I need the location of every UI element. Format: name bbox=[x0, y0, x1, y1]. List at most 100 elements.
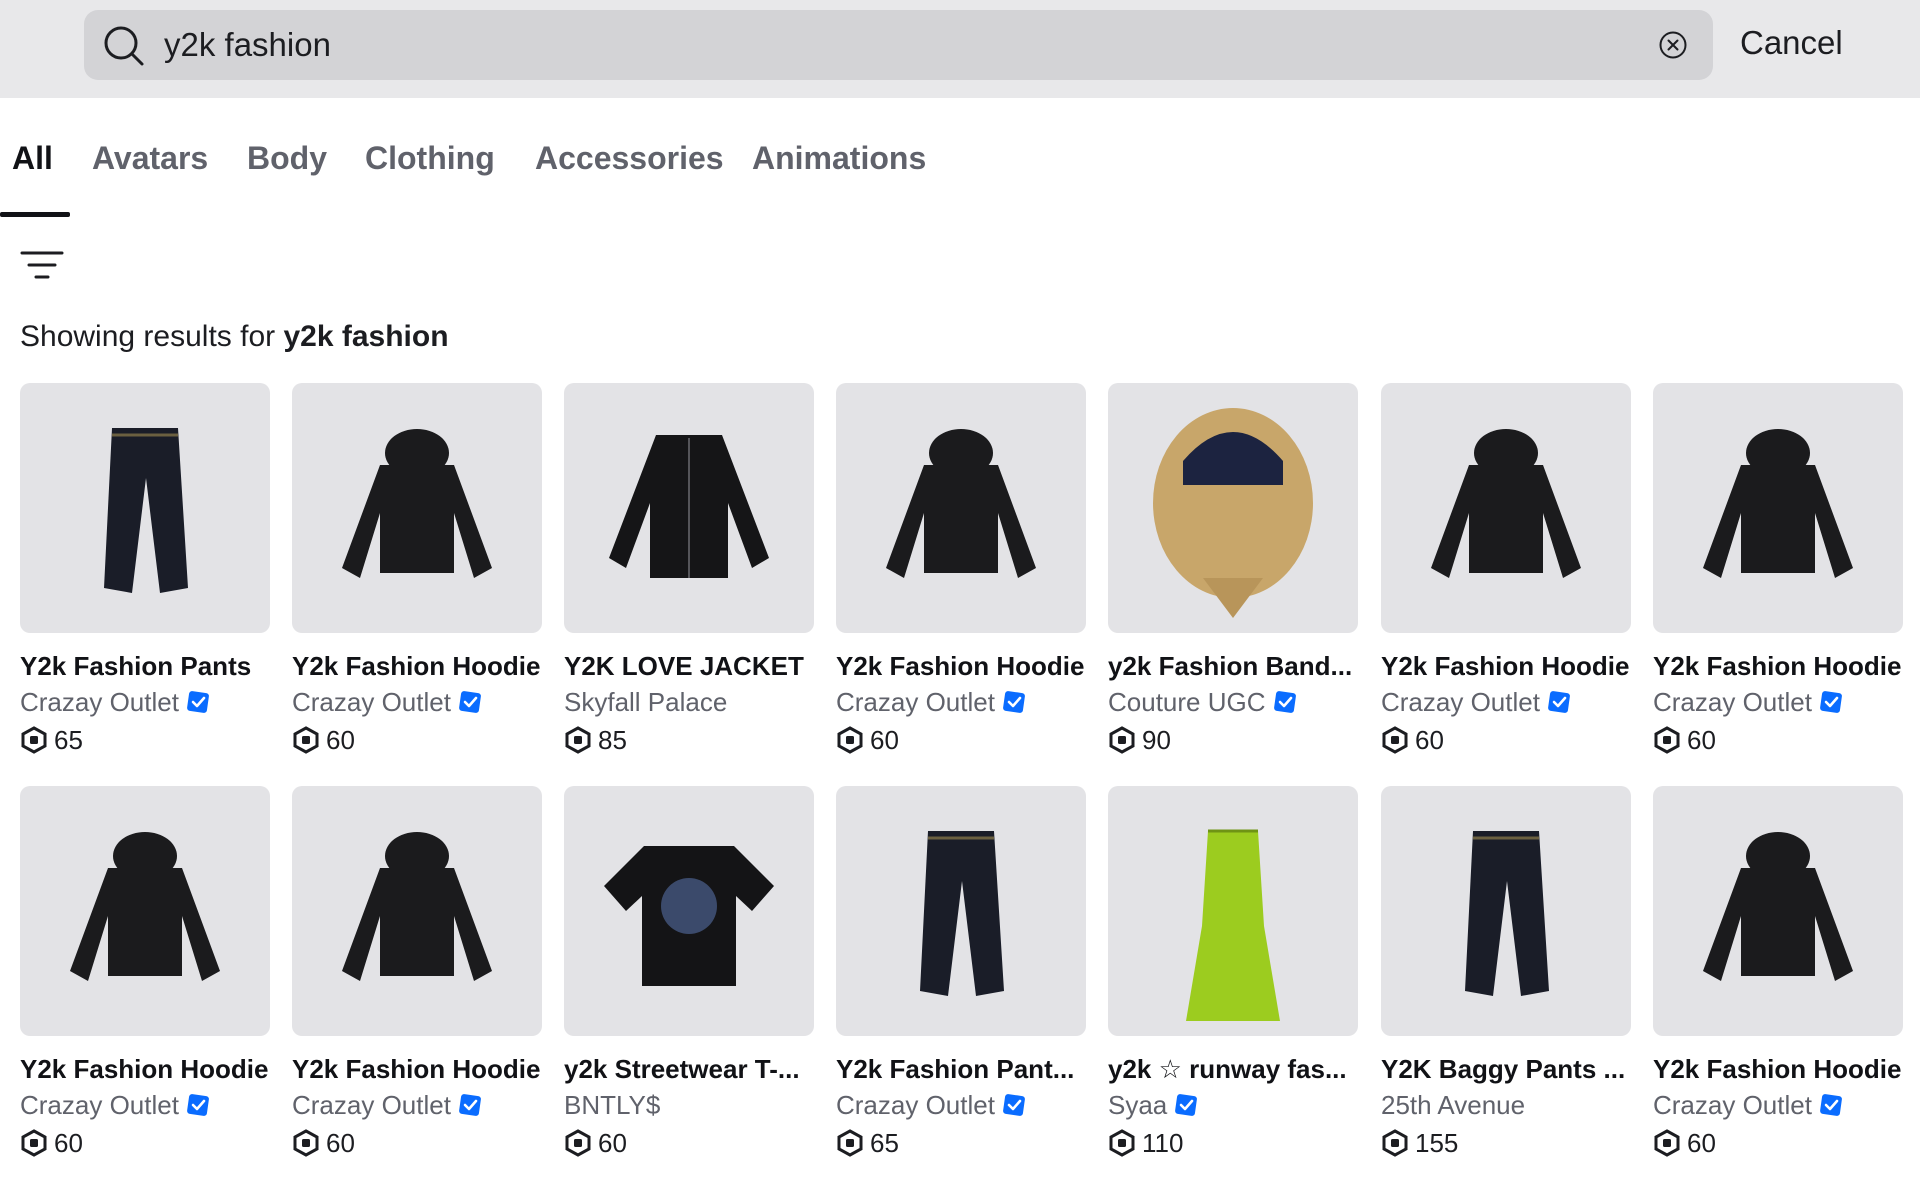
item-name[interactable]: Y2K LOVE JACKET bbox=[564, 649, 814, 683]
creator-name[interactable]: Crazay Outlet bbox=[20, 685, 179, 719]
item-card[interactable]: Y2K LOVE JACKET Skyfall Palace 85 bbox=[564, 383, 814, 757]
item-card[interactable]: Y2k Fashion Pants Crazay Outlet 65 bbox=[20, 383, 270, 757]
tab-animations[interactable]: Animations bbox=[752, 140, 926, 177]
creator-name[interactable]: BNTLY$ bbox=[564, 1088, 660, 1122]
item-thumbnail[interactable] bbox=[564, 383, 814, 633]
item-card[interactable]: Y2k Fashion Hoodie Crazay Outlet 60 bbox=[292, 786, 542, 1160]
item-creator[interactable]: Syaa bbox=[1108, 1088, 1358, 1122]
item-price: 60 bbox=[1381, 723, 1631, 757]
search-icon bbox=[104, 26, 144, 66]
results-query: y2k fashion bbox=[283, 320, 449, 353]
item-name[interactable]: Y2k Fashion Hoodie bbox=[292, 649, 542, 683]
item-card[interactable]: Y2k Fashion Hoodie Crazay Outlet 60 bbox=[1653, 786, 1903, 1160]
creator-name[interactable]: Crazay Outlet bbox=[1381, 685, 1540, 719]
creator-name[interactable]: Crazay Outlet bbox=[292, 1088, 451, 1122]
item-name[interactable]: y2k ☆ runway fas... bbox=[1108, 1052, 1358, 1086]
item-thumbnail[interactable] bbox=[20, 786, 270, 1036]
item-thumbnail[interactable] bbox=[1653, 786, 1903, 1036]
item-name[interactable]: y2k Streetwear T-... bbox=[564, 1052, 814, 1086]
item-card[interactable]: y2k ☆ runway fas... Syaa 110 bbox=[1108, 786, 1358, 1160]
item-card[interactable]: Y2k Fashion Pant... Crazay Outlet 65 bbox=[836, 786, 1086, 1160]
item-thumbnail[interactable] bbox=[1381, 786, 1631, 1036]
item-thumbnail[interactable] bbox=[1381, 383, 1631, 633]
item-creator[interactable]: Crazay Outlet bbox=[292, 685, 542, 719]
item-creator[interactable]: BNTLY$ bbox=[564, 1088, 814, 1122]
tab-all[interactable]: All bbox=[12, 140, 53, 177]
item-creator[interactable]: Crazay Outlet bbox=[20, 1088, 270, 1122]
item-card[interactable]: y2k Streetwear T-... BNTLY$ 60 bbox=[564, 786, 814, 1160]
robux-icon bbox=[293, 1129, 319, 1157]
item-thumbnail[interactable] bbox=[292, 786, 542, 1036]
creator-name[interactable]: Crazay Outlet bbox=[1653, 1088, 1812, 1122]
item-thumbnail[interactable] bbox=[1653, 383, 1903, 633]
item-thumbnail[interactable] bbox=[20, 383, 270, 633]
creator-name[interactable]: Crazay Outlet bbox=[836, 685, 995, 719]
item-name[interactable]: Y2k Fashion Hoodie bbox=[1653, 649, 1903, 683]
item-thumbnail[interactable] bbox=[836, 383, 1086, 633]
item-creator[interactable]: 25th Avenue bbox=[1381, 1088, 1631, 1122]
item-creator[interactable]: Crazay Outlet bbox=[1653, 685, 1903, 719]
jacket-icon bbox=[609, 435, 769, 578]
creator-name[interactable]: Couture UGC bbox=[1108, 685, 1266, 719]
bandana-icon bbox=[1153, 408, 1313, 618]
search-input[interactable] bbox=[164, 20, 1624, 70]
top-bar: Cancel bbox=[0, 0, 1920, 98]
item-card[interactable]: Y2k Fashion Hoodie Crazay Outlet 60 bbox=[20, 786, 270, 1160]
filter-icon[interactable] bbox=[20, 247, 64, 283]
item-thumbnail[interactable] bbox=[564, 786, 814, 1036]
creator-name[interactable]: Crazay Outlet bbox=[836, 1088, 995, 1122]
clear-search-icon[interactable] bbox=[1658, 30, 1688, 60]
item-creator[interactable]: Skyfall Palace bbox=[564, 685, 814, 719]
item-creator[interactable]: Crazay Outlet bbox=[20, 685, 270, 719]
item-name[interactable]: Y2k Fashion Pants bbox=[20, 649, 270, 683]
price-value: 60 bbox=[1415, 725, 1444, 755]
item-thumbnail[interactable] bbox=[1108, 786, 1358, 1036]
robux-icon bbox=[1382, 1129, 1408, 1157]
item-card[interactable]: Y2k Fashion Hoodie Crazay Outlet 60 bbox=[836, 383, 1086, 757]
item-price: 60 bbox=[292, 723, 542, 757]
cancel-button[interactable]: Cancel bbox=[1740, 24, 1843, 62]
item-card[interactable]: y2k Fashion Band... Couture UGC 90 bbox=[1108, 383, 1358, 757]
results-prefix: Showing results for bbox=[20, 320, 276, 353]
verified-badge-icon bbox=[1003, 1094, 1025, 1116]
search-bar[interactable] bbox=[84, 10, 1713, 80]
creator-name[interactable]: Crazay Outlet bbox=[20, 1088, 179, 1122]
item-card[interactable]: Y2K Baggy Pants ... 25th Avenue 155 bbox=[1381, 786, 1631, 1160]
tab-clothing[interactable]: Clothing bbox=[365, 140, 495, 177]
item-creator[interactable]: Crazay Outlet bbox=[836, 1088, 1086, 1122]
verified-badge-icon bbox=[1003, 691, 1025, 713]
category-tabs: All Avatars Body Clothing Accessories An… bbox=[0, 130, 1920, 217]
item-thumbnail[interactable] bbox=[292, 383, 542, 633]
hoodie-icon bbox=[1431, 429, 1581, 578]
creator-name[interactable]: Crazay Outlet bbox=[1653, 685, 1812, 719]
creator-name[interactable]: Skyfall Palace bbox=[564, 685, 727, 719]
dress-icon bbox=[1186, 829, 1280, 1021]
verified-badge-icon bbox=[187, 691, 209, 713]
item-creator[interactable]: Crazay Outlet bbox=[1653, 1088, 1903, 1122]
item-thumbnail[interactable] bbox=[1108, 383, 1358, 633]
item-name[interactable]: Y2k Fashion Hoodie bbox=[1381, 649, 1631, 683]
item-creator[interactable]: Crazay Outlet bbox=[292, 1088, 542, 1122]
creator-name[interactable]: 25th Avenue bbox=[1381, 1088, 1525, 1122]
item-name[interactable]: Y2k Fashion Hoodie bbox=[1653, 1052, 1903, 1086]
item-creator[interactable]: Couture UGC bbox=[1108, 685, 1358, 719]
item-price: 60 bbox=[1653, 1126, 1903, 1160]
item-name[interactable]: Y2k Fashion Hoodie bbox=[20, 1052, 270, 1086]
item-card[interactable]: Y2k Fashion Hoodie Crazay Outlet 60 bbox=[1653, 383, 1903, 757]
item-price: 60 bbox=[20, 1126, 270, 1160]
item-creator[interactable]: Crazay Outlet bbox=[1381, 685, 1631, 719]
item-card[interactable]: Y2k Fashion Hoodie Crazay Outlet 60 bbox=[292, 383, 542, 757]
tab-accessories[interactable]: Accessories bbox=[535, 140, 724, 177]
item-name[interactable]: Y2k Fashion Pant... bbox=[836, 1052, 1086, 1086]
tab-body[interactable]: Body bbox=[247, 140, 327, 177]
item-creator[interactable]: Crazay Outlet bbox=[836, 685, 1086, 719]
item-name[interactable]: y2k Fashion Band... bbox=[1108, 649, 1358, 683]
item-thumbnail[interactable] bbox=[836, 786, 1086, 1036]
item-name[interactable]: Y2k Fashion Hoodie bbox=[836, 649, 1086, 683]
tab-avatars[interactable]: Avatars bbox=[92, 140, 208, 177]
item-name[interactable]: Y2k Fashion Hoodie bbox=[292, 1052, 542, 1086]
item-name[interactable]: Y2K Baggy Pants ... bbox=[1381, 1052, 1631, 1086]
creator-name[interactable]: Crazay Outlet bbox=[292, 685, 451, 719]
item-card[interactable]: Y2k Fashion Hoodie Crazay Outlet 60 bbox=[1381, 383, 1631, 757]
creator-name[interactable]: Syaa bbox=[1108, 1088, 1167, 1122]
